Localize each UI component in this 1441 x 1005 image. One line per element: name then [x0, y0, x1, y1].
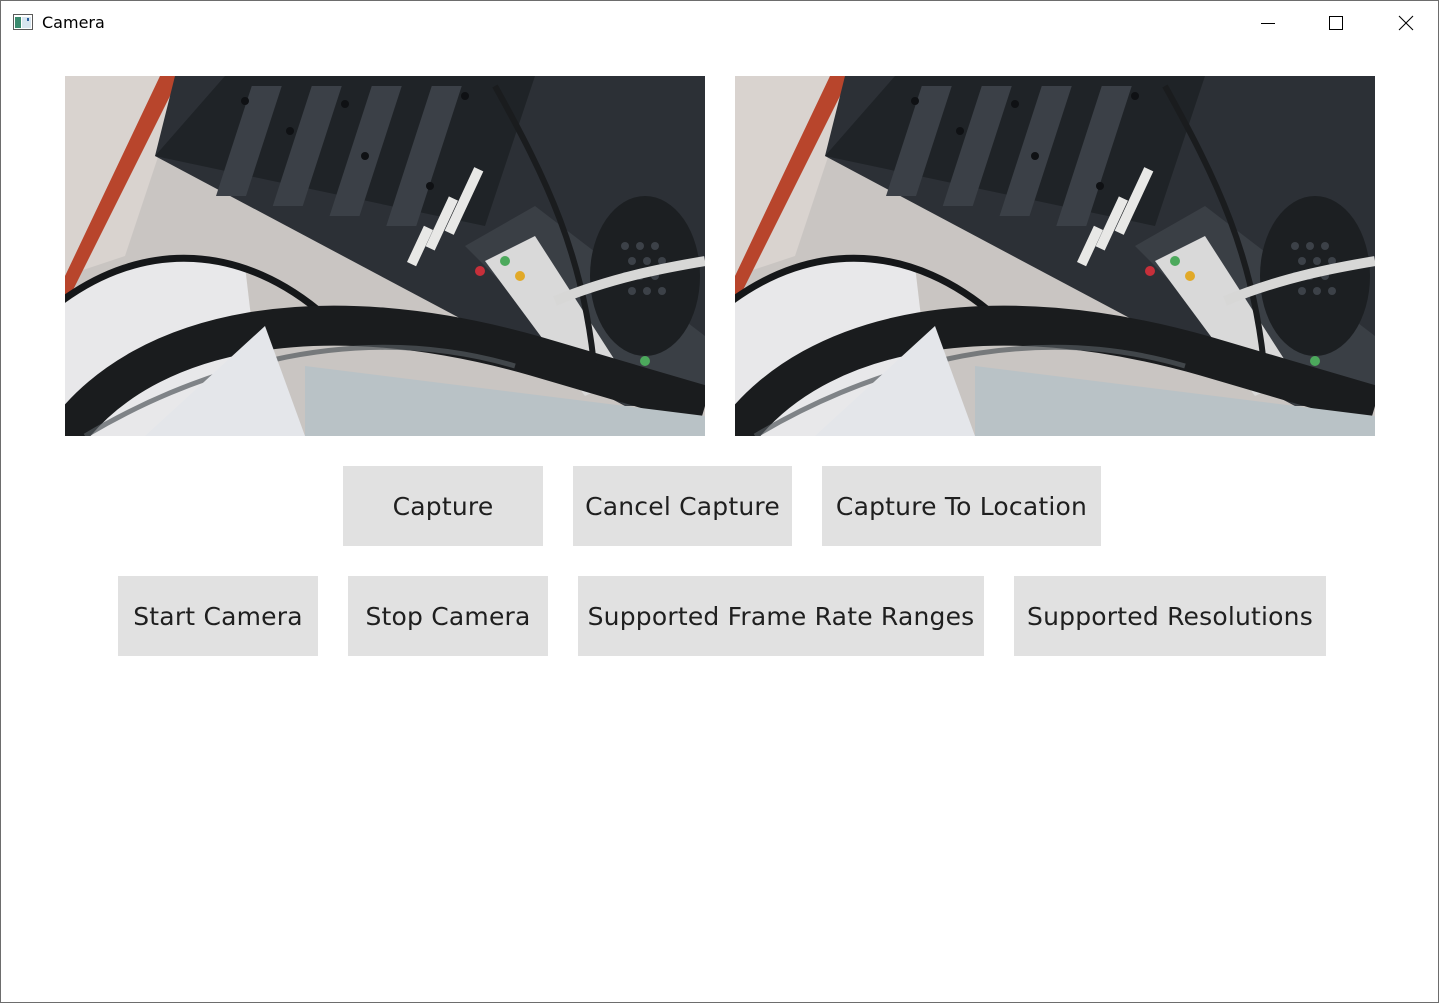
close-button[interactable]: [1371, 1, 1441, 45]
camera-feed-image: [65, 76, 705, 436]
maximize-button[interactable]: [1301, 1, 1371, 45]
cancel-capture-button[interactable]: Cancel Capture: [573, 466, 792, 546]
capture-button[interactable]: Capture: [343, 466, 543, 546]
maximize-icon: [1329, 16, 1343, 30]
camera-feed-image: [735, 76, 1375, 436]
camera-app-icon: [13, 14, 33, 30]
minimize-button[interactable]: [1233, 1, 1303, 45]
close-icon: [1398, 15, 1414, 31]
supported-frame-rate-ranges-button[interactable]: Supported Frame Rate Ranges: [578, 576, 984, 656]
minimize-icon: [1261, 23, 1275, 24]
start-camera-button[interactable]: Start Camera: [118, 576, 318, 656]
camera-preview-right: [735, 76, 1375, 436]
camera-preview-left: [65, 76, 705, 436]
title-bar[interactable]: Camera: [1, 1, 1438, 45]
window-title: Camera: [42, 13, 105, 32]
camera-window: Camera Capture Cancel Capture Capture To…: [0, 0, 1439, 1003]
stop-camera-button[interactable]: Stop Camera: [348, 576, 548, 656]
supported-resolutions-button[interactable]: Supported Resolutions: [1014, 576, 1326, 656]
capture-to-location-button[interactable]: Capture To Location: [822, 466, 1101, 546]
